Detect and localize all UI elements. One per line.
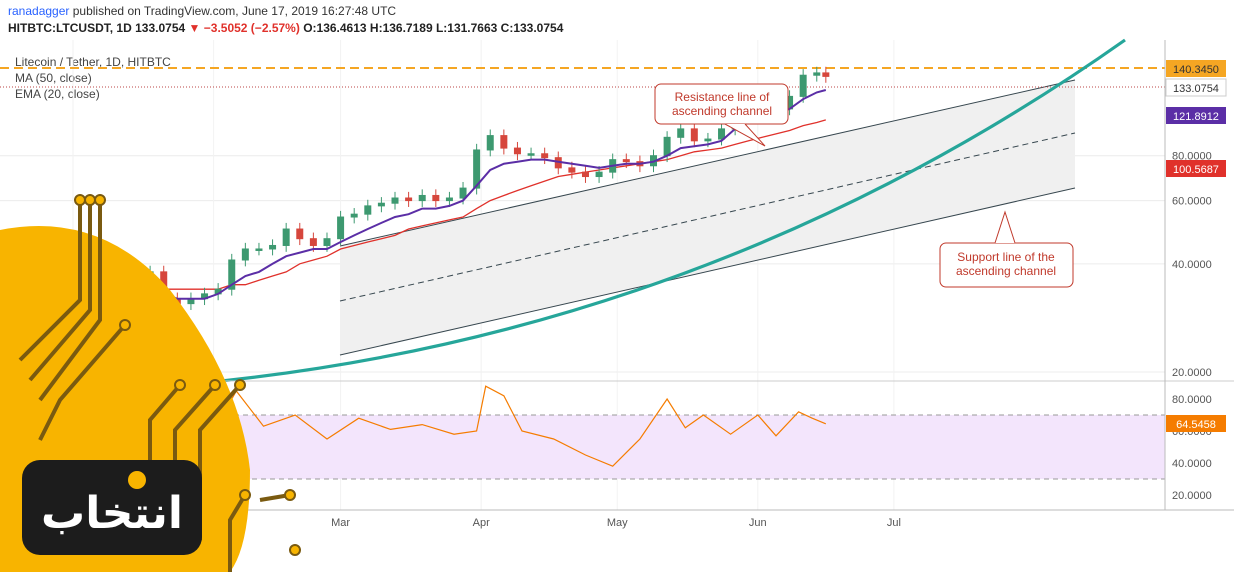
- price-tick-label: 40.0000: [1172, 259, 1212, 271]
- rsi-tick-label: 80.0000: [1172, 394, 1212, 406]
- candle: [269, 239, 277, 256]
- logo-text: انتخاب: [41, 488, 183, 539]
- candle: [813, 66, 821, 82]
- rsi-tick-label: 40.0000: [1172, 458, 1212, 470]
- candle: [241, 242, 249, 267]
- time-tick-label: Jul: [887, 517, 901, 529]
- last-price-label: 133.0754: [1173, 83, 1219, 95]
- support-callout-line2: ascending channel: [956, 264, 1056, 278]
- resistance-level-label: 140.3450: [1173, 64, 1219, 76]
- rsi-label: 64.5458: [1176, 419, 1216, 431]
- candle: [187, 292, 195, 310]
- time-tick-label: Mar: [331, 517, 350, 529]
- candle: [228, 253, 236, 296]
- candle: [296, 222, 304, 246]
- entekhab-logo: انتخاب: [0, 194, 301, 572]
- candle: [282, 222, 290, 252]
- ma-label: 100.5687: [1173, 164, 1219, 176]
- rsi-tick-label: 20.0000: [1172, 490, 1212, 502]
- price-tick-label: 60.0000: [1172, 196, 1212, 208]
- ema-label: 121.8912: [1173, 111, 1219, 123]
- candle: [255, 242, 263, 256]
- resistance-callout-line1: Resistance line of: [675, 90, 770, 104]
- candle: [201, 287, 209, 306]
- price-chart[interactable]: Resistance line of ascending channel Sup…: [0, 0, 1234, 572]
- resistance-callout-line2: ascending channel: [672, 104, 772, 118]
- price-tick-label: 20.0000: [1172, 367, 1212, 379]
- price-axis-ticks: 20.0000 40.0000 60.0000 80.0000 20.0000 40.00…: [1172, 151, 1212, 502]
- time-tick-label: Apr: [473, 517, 490, 529]
- time-tick-label: Jun: [749, 517, 767, 529]
- time-tick-label: May: [607, 517, 628, 529]
- support-callout-line1: Support line of the: [957, 250, 1055, 264]
